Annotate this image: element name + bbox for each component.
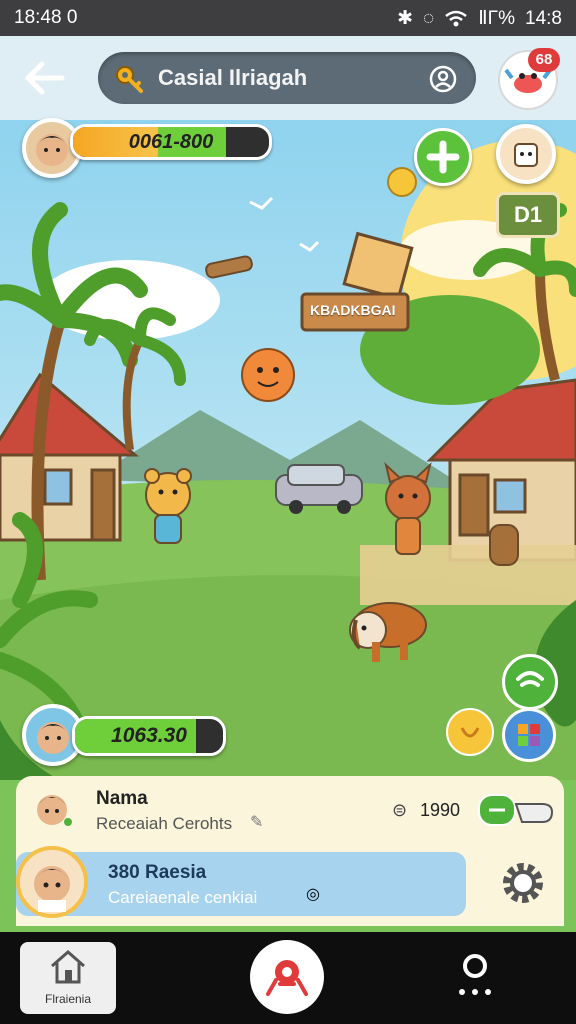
hand-pointer-icon — [514, 803, 554, 823]
key-icon — [116, 66, 143, 93]
coin-icon: ⊜ — [392, 800, 408, 820]
back-arrow-icon — [25, 61, 65, 95]
back-button[interactable] — [22, 58, 66, 98]
add-button[interactable] — [414, 128, 472, 186]
bottom-nav: Flraienia — [0, 932, 576, 1024]
grid-icon — [518, 724, 540, 746]
sign-label: KBADKBGAI — [310, 302, 396, 318]
home-icon — [51, 950, 85, 984]
edit-icon[interactable]: ✎ — [250, 812, 263, 832]
nav-home-label: Flraienia — [44, 992, 92, 1006]
user-name: Nama — [96, 788, 148, 809]
battery-label: ⅡΓ% — [478, 8, 516, 29]
nav-home[interactable]: Flraienia — [20, 942, 116, 1014]
nav-map[interactable] — [250, 940, 324, 1014]
user-avatar — [28, 784, 76, 832]
player-card-avatar — [16, 846, 88, 918]
player-card-title: 380 Raesia — [108, 862, 207, 883]
user-card[interactable]: Nama Receaiah Cerohts ✎ ⊜ 1990 — [16, 776, 564, 846]
badge-icon: ◎ — [306, 886, 320, 903]
status-icons: ✱ ◌ ⅡΓ% 14:8 — [397, 7, 562, 30]
gear-icon — [503, 863, 543, 903]
bag-icon — [514, 143, 538, 167]
smile-icon — [460, 727, 480, 738]
bottom-progress-value: 1063.30 — [111, 724, 187, 747]
game-scene[interactable]: KBADKBGAI — [0, 120, 576, 780]
search-bar[interactable]: Casial Ilriagah — [98, 52, 476, 104]
bottom-progress-bar: 1063.30 — [72, 716, 226, 756]
alarm-icon: ◌ — [423, 7, 435, 29]
status-time: 18:48 0 — [14, 7, 78, 28]
emote-button[interactable] — [446, 708, 494, 756]
top-progress-bar: 0061-800 — [70, 124, 272, 160]
message-icon — [489, 808, 505, 812]
player-card-subtitle: Careiaenale cenkiai — [108, 888, 258, 907]
user-search-icon[interactable] — [428, 64, 458, 94]
status-clock: 14:8 — [525, 7, 562, 29]
chat-bubble-icon — [516, 671, 544, 687]
settings-button[interactable] — [496, 856, 550, 910]
plus-icon — [426, 140, 460, 174]
player-card: 380 Raesia Careiaenale cenkiai ◎ — [16, 846, 564, 926]
nav-profile[interactable] — [448, 946, 502, 1010]
user-count: 1990 — [420, 800, 461, 820]
floating-emoji — [241, 348, 295, 402]
map-pin-icon — [266, 960, 308, 996]
person-icon — [459, 954, 491, 995]
bluetooth-icon: ✱ — [397, 8, 413, 29]
chat-button[interactable] — [502, 654, 558, 710]
status-bar: 18:48 0 ✱ ◌ ⅡΓ% 14:8 — [0, 0, 576, 36]
wifi-icon — [445, 10, 468, 26]
level-counter[interactable]: D1 — [496, 192, 560, 238]
shop-button[interactable] — [502, 708, 556, 762]
top-progress-value: 0061-800 — [128, 131, 214, 153]
inventory-button[interactable] — [496, 124, 556, 184]
notification-badge: 68 — [528, 48, 560, 72]
user-subtitle: Receaiah Cerohts — [96, 814, 233, 833]
page-title: Casial Ilriagah — [158, 65, 308, 90]
message-button[interactable] — [478, 794, 516, 826]
scene-illustration — [0, 120, 576, 780]
